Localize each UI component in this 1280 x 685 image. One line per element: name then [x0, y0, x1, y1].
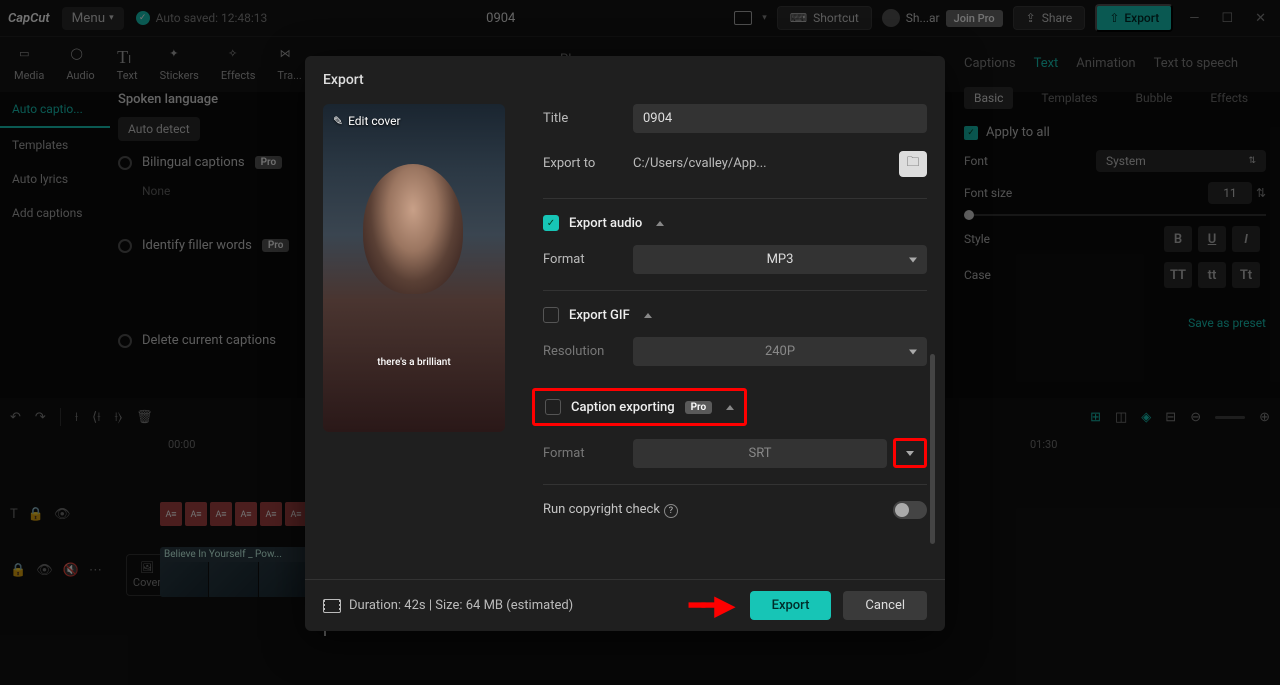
caret-up-icon [656, 221, 664, 226]
cancel-button[interactable]: Cancel [843, 591, 927, 620]
duration-info: Duration: 42s | Size: 64 MB (estimated) [323, 598, 573, 613]
chevron-down-icon[interactable] [906, 451, 914, 456]
folder-button[interactable]: 🗀 [899, 151, 927, 177]
title-input[interactable] [633, 104, 927, 133]
help-icon[interactable]: ? [664, 504, 678, 518]
checkbox-icon[interactable] [545, 399, 561, 415]
modal-title: Export [305, 56, 945, 104]
export-to-label: Export to [543, 156, 633, 171]
cover-face-image [363, 164, 463, 294]
edit-cover-button[interactable]: ✎Edit cover [333, 114, 401, 128]
film-icon [323, 599, 341, 613]
export-modal: Export ✎Edit cover there's a brilliant T… [305, 56, 945, 631]
checkbox-icon [543, 307, 559, 323]
pro-badge: Pro [685, 401, 713, 414]
export-path: C:/Users/cvalley/App... [633, 149, 893, 178]
export-audio-toggle[interactable]: ✓ Export audio [543, 215, 927, 231]
red-arrow-annotation: ━━▶ [689, 591, 731, 621]
export-gif-toggle[interactable]: Export GIF [543, 307, 927, 323]
copyright-toggle[interactable] [893, 501, 927, 519]
chevron-down-icon [909, 349, 917, 354]
folder-icon: 🗀 [906, 153, 919, 175]
caption-format-label: Format [543, 446, 633, 461]
cover-caption-text: there's a brilliant [323, 357, 505, 368]
caption-exporting-highlight: Caption exporting Pro [532, 388, 747, 426]
audio-format-label: Format [543, 252, 633, 267]
cover-preview: ✎Edit cover there's a brilliant [323, 104, 505, 432]
caret-up-icon [644, 313, 652, 318]
caption-format-dropdown-highlight [893, 438, 927, 468]
export-button[interactable]: Export [750, 591, 832, 620]
pencil-icon: ✎ [333, 114, 343, 128]
audio-format-select[interactable]: MP3 [633, 245, 927, 274]
caption-format-value: SRT [633, 439, 887, 468]
gif-resolution-select[interactable]: 240P [633, 337, 927, 366]
checkbox-checked-icon: ✓ [543, 215, 559, 231]
copyright-label: Run copyright check? [543, 502, 678, 518]
modal-scrollbar[interactable] [930, 354, 935, 544]
caret-up-icon [726, 405, 734, 410]
chevron-down-icon [909, 257, 917, 262]
gif-resolution-label: Resolution [543, 344, 633, 359]
title-label: Title [543, 111, 633, 126]
